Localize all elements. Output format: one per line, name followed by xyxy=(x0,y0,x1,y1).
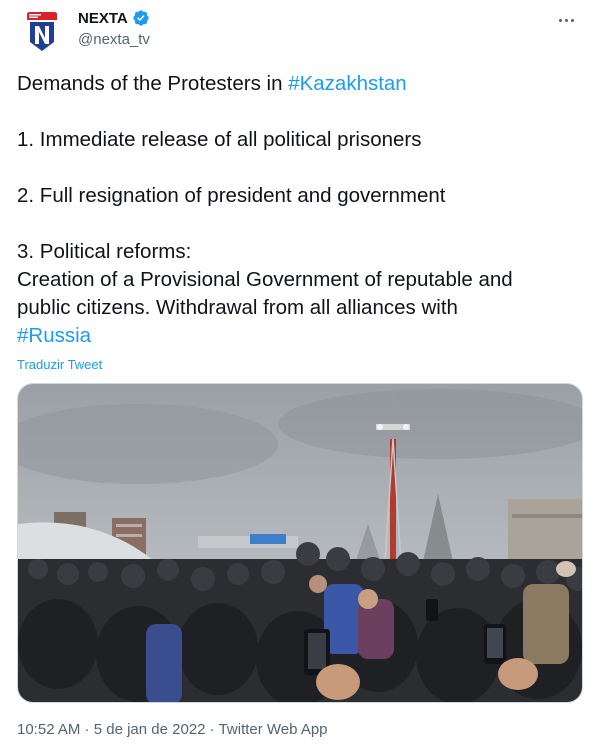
demand-3-line-1: Creation of a Provisional Government of … xyxy=(17,268,513,291)
avatar[interactable] xyxy=(18,8,66,56)
more-horizontal-icon xyxy=(558,18,562,22)
tweet-text: Demands of the Protesters in #Kazakhstan… xyxy=(17,70,587,350)
demand-3-heading: 3. Political reforms: xyxy=(17,240,192,263)
tweet-meta: 10:52 AM · 5 de jan de 2022 · Twitter We… xyxy=(17,721,328,738)
author-handle[interactable]: @nexta_tv xyxy=(78,31,150,48)
tweet-date[interactable]: 5 de jan de 2022 xyxy=(94,721,206,738)
demand-1: 1. Immediate release of all political pr… xyxy=(17,128,422,151)
translate-tweet-link[interactable]: Traduzir Tweet xyxy=(17,357,102,372)
nexta-logo-icon xyxy=(18,8,66,56)
meta-separator-2: · xyxy=(205,721,219,738)
display-name[interactable]: NEXTA xyxy=(78,10,128,27)
tweet-title: Demands of the Protesters in #Kazakhstan xyxy=(17,70,587,98)
hashtag-russia[interactable]: #Russia xyxy=(17,324,91,347)
hashtag-kazakhstan[interactable]: #Kazakhstan xyxy=(288,72,407,95)
verified-badge-icon xyxy=(133,10,149,26)
author-name-row: NEXTA xyxy=(78,9,150,27)
demand-3-line-2: public citizens. Withdrawal from all all… xyxy=(17,296,458,319)
demand-3-hashtag-line: #Russia xyxy=(17,322,587,350)
tweet-photo[interactable] xyxy=(17,383,583,703)
more-options-button[interactable] xyxy=(552,10,580,30)
tweet-time[interactable]: 10:52 AM xyxy=(17,721,80,738)
tweet-source[interactable]: Twitter Web App xyxy=(219,721,328,738)
meta-separator: · xyxy=(80,721,94,738)
title-text: Demands of the Protesters in xyxy=(17,72,289,95)
tweet: NEXTA @nexta_tv Demands of the Protester… xyxy=(0,0,596,745)
protest-crowd-photo xyxy=(18,384,582,702)
demand-2: 2. Full resignation of president and gov… xyxy=(17,184,446,207)
